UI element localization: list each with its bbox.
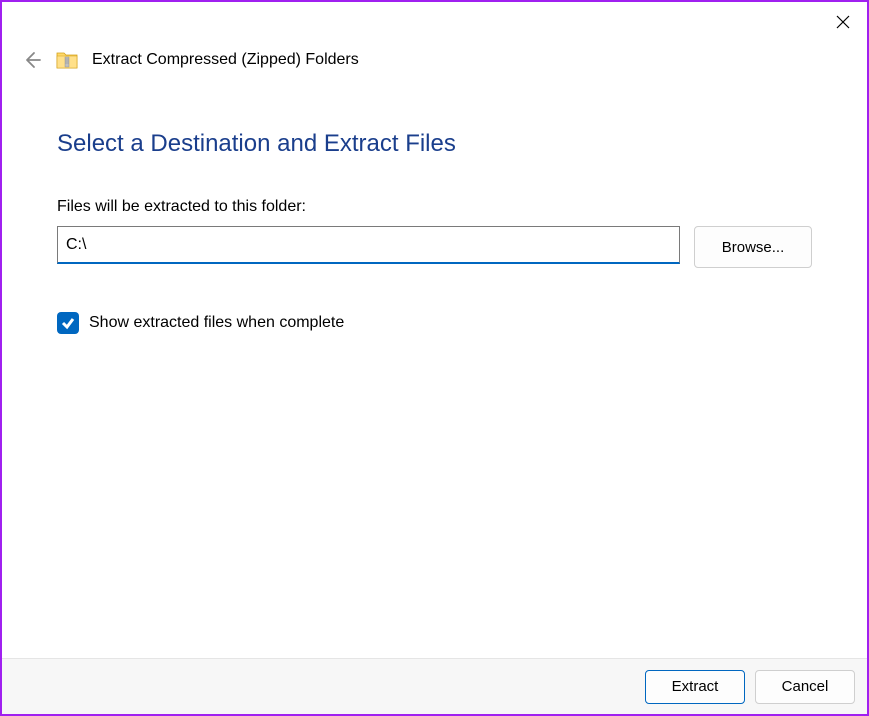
page-heading: Select a Destination and Extract Files [57, 130, 812, 158]
content-area: Select a Destination and Extract Files F… [2, 70, 867, 334]
zipped-folder-icon [56, 50, 78, 70]
window-title: Extract Compressed (Zipped) Folders [92, 51, 359, 69]
extract-button[interactable]: Extract [645, 670, 745, 704]
destination-path-input[interactable] [57, 226, 680, 264]
checkbox-row: Show extracted files when complete [57, 312, 812, 334]
cancel-button[interactable]: Cancel [755, 670, 855, 704]
wizard-header: Extract Compressed (Zipped) Folders [2, 2, 867, 70]
show-files-checkbox[interactable] [57, 312, 79, 334]
back-arrow-icon[interactable] [22, 50, 42, 70]
close-button[interactable] [829, 8, 857, 36]
checkbox-label: Show extracted files when complete [89, 314, 344, 332]
browse-button[interactable]: Browse... [694, 226, 812, 268]
path-input-row: Browse... [57, 226, 812, 268]
path-label: Files will be extracted to this folder: [57, 198, 812, 216]
dialog-footer: Extract Cancel [2, 658, 867, 714]
